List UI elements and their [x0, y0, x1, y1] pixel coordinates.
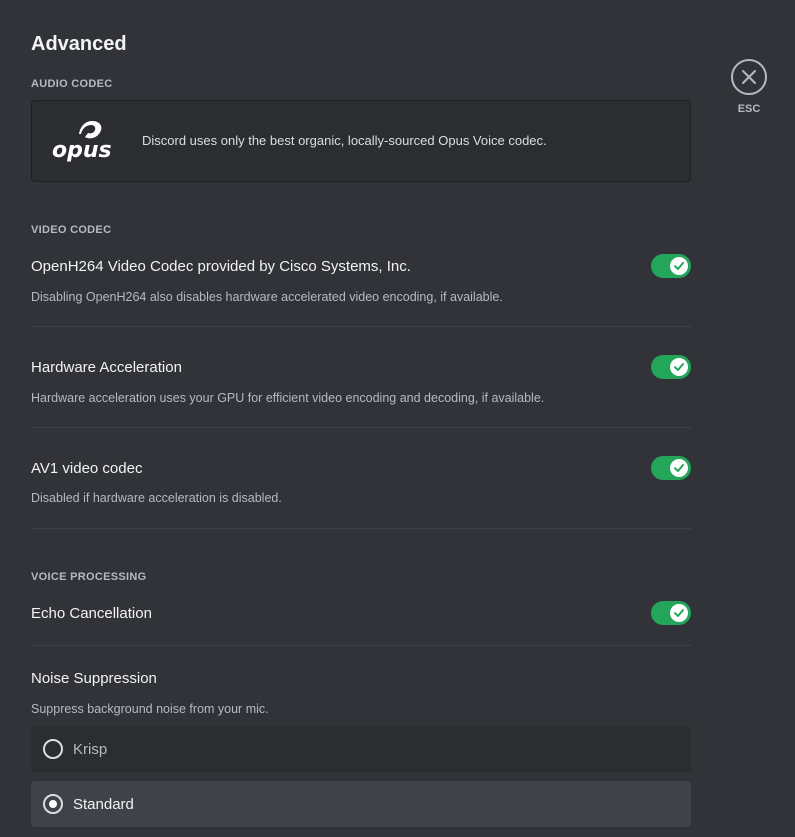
av1-description: Disabled if hardware acceleration is dis… [31, 491, 282, 505]
openh264-title: OpenH264 Video Codec provided by Cisco S… [31, 258, 411, 275]
check-icon [674, 363, 684, 371]
hardware-acceleration-description: Hardware acceleration uses your GPU for … [31, 391, 545, 405]
close-button[interactable] [731, 59, 767, 95]
hardware-acceleration-toggle[interactable] [651, 355, 691, 379]
openh264-toggle[interactable] [651, 254, 691, 278]
divider [31, 326, 691, 327]
voice-processing-section-label: VOICE PROCESSING [31, 571, 147, 583]
check-icon [674, 609, 684, 617]
openh264-description: Disabling OpenH264 also disables hardwar… [31, 290, 503, 304]
echo-cancellation-toggle[interactable] [651, 601, 691, 625]
noise-suppression-description: Suppress background noise from your mic. [31, 702, 269, 716]
noise-suppression-option-krisp[interactable]: Krisp [31, 726, 691, 772]
close-icon [742, 70, 756, 84]
noise-suppression-title: Noise Suppression [31, 670, 157, 687]
av1-title: AV1 video codec [31, 460, 143, 477]
check-icon [674, 464, 684, 472]
radio-unchecked-icon [43, 739, 63, 759]
radio-label: Standard [73, 796, 134, 813]
advanced-settings-page: Advanced AUDIO CODEC opus Discord uses o… [0, 0, 795, 837]
divider [31, 645, 691, 646]
opus-logo: opus [52, 121, 112, 163]
audio-codec-section-label: AUDIO CODEC [31, 78, 113, 90]
hardware-acceleration-title: Hardware Acceleration [31, 359, 182, 376]
radio-label: Krisp [73, 741, 108, 758]
echo-cancellation-title: Echo Cancellation [31, 605, 152, 622]
noise-suppression-option-standard[interactable]: Standard [31, 781, 691, 827]
opus-description: Discord uses only the best organic, loca… [142, 133, 547, 148]
svg-text:opus: opus [52, 138, 112, 163]
divider [31, 427, 691, 428]
check-icon [674, 262, 684, 270]
video-codec-section-label: VIDEO CODEC [31, 224, 112, 236]
opus-codec-card: opus Discord uses only the best organic,… [31, 100, 691, 182]
esc-label: ESC [737, 103, 761, 115]
radio-checked-icon [43, 794, 63, 814]
divider [31, 528, 691, 529]
av1-toggle[interactable] [651, 456, 691, 480]
page-title: Advanced [31, 33, 127, 55]
